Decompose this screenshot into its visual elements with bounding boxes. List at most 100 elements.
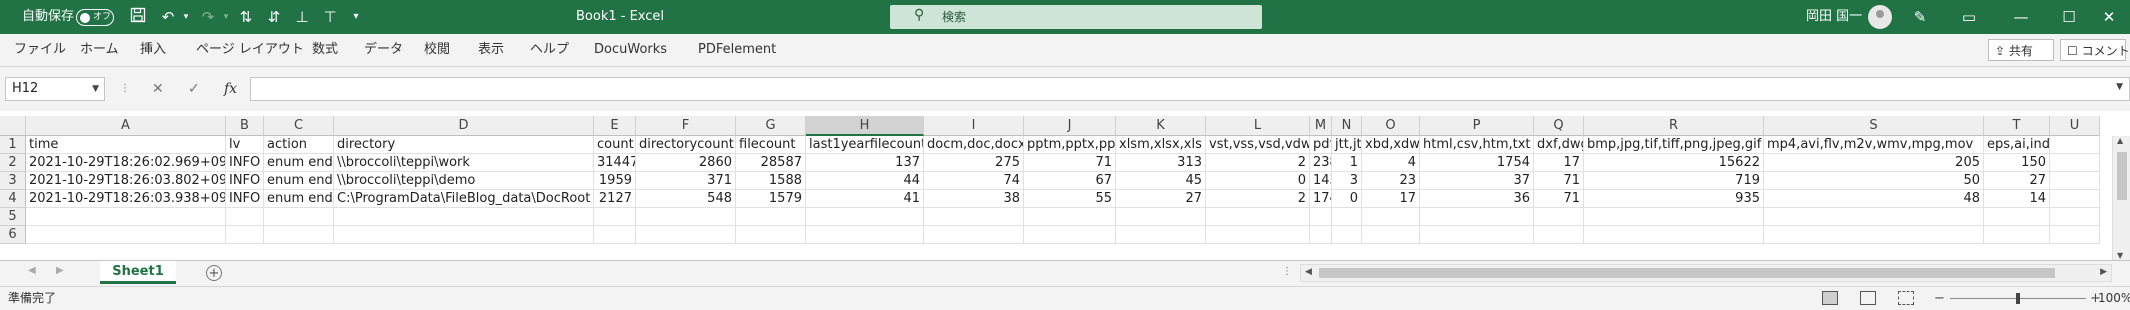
worksheet-grid[interactable]: A B C D E F G H I J K L M N O P Q R S T U 1 time lv action direct… xyxy=(0,116,2130,260)
cell[interactable]: 23 xyxy=(1362,172,1420,190)
tab-split-handle[interactable]: ⋮ xyxy=(1282,266,1292,277)
pin-icon[interactable]: ⊥ xyxy=(292,7,312,27)
cell[interactable] xyxy=(636,208,736,226)
cell[interactable] xyxy=(1310,208,1332,226)
cell[interactable]: 38 xyxy=(924,190,1024,208)
cell[interactable] xyxy=(1764,208,1984,226)
cell[interactable] xyxy=(1116,208,1206,226)
save-icon[interactable] xyxy=(128,7,148,27)
cell[interactable]: 1579 xyxy=(736,190,806,208)
share-button[interactable]: ⇪ 共有 xyxy=(1988,39,2054,61)
horizontal-scroll-thumb[interactable] xyxy=(1319,268,2055,278)
cell[interactable]: vst,vss,vsd,vdw xyxy=(1206,136,1310,154)
cell[interactable] xyxy=(2050,190,2100,208)
redo-dropdown-icon[interactable]: ▾ xyxy=(216,7,236,27)
cell[interactable] xyxy=(806,208,924,226)
cell[interactable]: count xyxy=(594,136,636,154)
cell[interactable]: 71 xyxy=(1024,154,1116,172)
add-sheet-icon[interactable]: + xyxy=(206,265,222,281)
cell[interactable]: pptm,pptx,ppt xyxy=(1024,136,1116,154)
column-header[interactable]: J xyxy=(1024,116,1116,136)
cell[interactable]: filecount xyxy=(736,136,806,154)
comment-button[interactable]: ☐ コメント xyxy=(2060,39,2130,61)
undo-dropdown-icon[interactable]: ▾ xyxy=(176,7,196,27)
zoom-slider[interactable] xyxy=(1950,293,2086,304)
column-header[interactable]: M xyxy=(1310,116,1332,136)
column-header[interactable]: L xyxy=(1206,116,1310,136)
tab-formulas[interactable]: 数式 xyxy=(312,34,338,66)
scroll-right-icon[interactable]: ▶ xyxy=(2100,267,2107,277)
column-header[interactable]: P xyxy=(1420,116,1534,136)
scroll-left-icon[interactable]: ◀ xyxy=(1305,267,1312,277)
cell[interactable]: pdf xyxy=(1310,136,1332,154)
cell[interactable]: directory xyxy=(334,136,594,154)
cell[interactable]: 44 xyxy=(806,172,924,190)
user-name[interactable]: 岡田 国一 xyxy=(1806,0,1862,34)
cell[interactable]: 14 xyxy=(1984,190,2050,208)
enter-icon[interactable]: ✓ xyxy=(188,77,200,101)
row-header[interactable]: 6 xyxy=(0,226,26,244)
tab-docuworks[interactable]: DocuWorks xyxy=(594,34,667,66)
cell[interactable] xyxy=(26,226,226,244)
cell[interactable] xyxy=(2050,136,2100,154)
cell[interactable] xyxy=(2050,154,2100,172)
column-header[interactable]: B xyxy=(226,116,264,136)
cell[interactable]: dxf,dwg xyxy=(1534,136,1584,154)
cell[interactable]: action xyxy=(264,136,334,154)
cell[interactable]: time xyxy=(26,136,226,154)
cell[interactable]: docm,doc,docx xyxy=(924,136,1024,154)
formula-input[interactable]: ▼ xyxy=(250,77,2130,101)
name-box[interactable]: H12 ▼ xyxy=(5,77,105,101)
cell[interactable] xyxy=(1584,208,1764,226)
row-header[interactable]: 2 xyxy=(0,154,26,172)
cell[interactable]: 4 xyxy=(1362,154,1420,172)
cell[interactable]: 0 xyxy=(1332,190,1362,208)
cell[interactable] xyxy=(1764,226,1984,244)
cell[interactable] xyxy=(1420,226,1534,244)
cell[interactable] xyxy=(1332,208,1362,226)
page-layout-view-icon[interactable] xyxy=(1860,291,1876,305)
cell[interactable]: 313 xyxy=(1116,154,1206,172)
cell[interactable]: 205 xyxy=(1764,154,1984,172)
cell[interactable] xyxy=(1584,226,1764,244)
pin-alt-icon[interactable]: ⊤ xyxy=(320,7,340,27)
cell[interactable]: eps,ai,indd xyxy=(1984,136,2050,154)
zoom-level[interactable]: 100% xyxy=(2098,287,2130,310)
cell[interactable]: xlsm,xlsx,xls xyxy=(1116,136,1206,154)
redo-icon[interactable]: ↷ xyxy=(198,7,218,27)
cell[interactable]: enum end xyxy=(264,190,334,208)
tab-view[interactable]: 表示 xyxy=(478,34,504,66)
close-icon[interactable]: ✕ xyxy=(2086,0,2130,34)
cell[interactable]: mp4,avi,flv,m2v,wmv,mpg,mov xyxy=(1764,136,1984,154)
cell[interactable]: 50 xyxy=(1764,172,1984,190)
cell[interactable] xyxy=(1534,226,1584,244)
column-header[interactable]: G xyxy=(736,116,806,136)
cell[interactable]: 150 xyxy=(1984,154,2050,172)
next-sheet-icon[interactable]: ▶ xyxy=(56,265,64,276)
cancel-icon[interactable]: ✕ xyxy=(152,77,164,101)
cell[interactable]: 27 xyxy=(1116,190,1206,208)
tab-data[interactable]: データ xyxy=(364,34,403,66)
cell[interactable]: 548 xyxy=(636,190,736,208)
sort-descending-icon[interactable]: ⇵ xyxy=(264,7,284,27)
sort-ascending-icon[interactable]: ⇅ xyxy=(236,7,256,27)
cell[interactable]: last1yearfilecount xyxy=(806,136,924,154)
column-header[interactable]: E xyxy=(594,116,636,136)
cell[interactable] xyxy=(924,208,1024,226)
cell[interactable]: 1588 xyxy=(736,172,806,190)
prev-sheet-icon[interactable]: ◀ xyxy=(28,265,36,276)
cell[interactable]: INFO xyxy=(226,172,264,190)
tab-home[interactable]: ホーム xyxy=(80,34,119,66)
cell[interactable]: 143 xyxy=(1310,172,1332,190)
cell[interactable]: jtt,jtd xyxy=(1332,136,1362,154)
cell[interactable] xyxy=(264,226,334,244)
cell[interactable] xyxy=(594,208,636,226)
column-header[interactable]: C xyxy=(264,116,334,136)
column-header[interactable]: D xyxy=(334,116,594,136)
cell[interactable]: 71 xyxy=(1534,172,1584,190)
ribbon-display-icon[interactable]: ▭ xyxy=(1946,0,1992,34)
column-header[interactable]: S xyxy=(1764,116,1984,136)
cell[interactable]: 2021-10-29T18:26:02.969+09:00 xyxy=(26,154,226,172)
row-header[interactable]: 3 xyxy=(0,172,26,190)
cell[interactable]: enum end xyxy=(264,172,334,190)
